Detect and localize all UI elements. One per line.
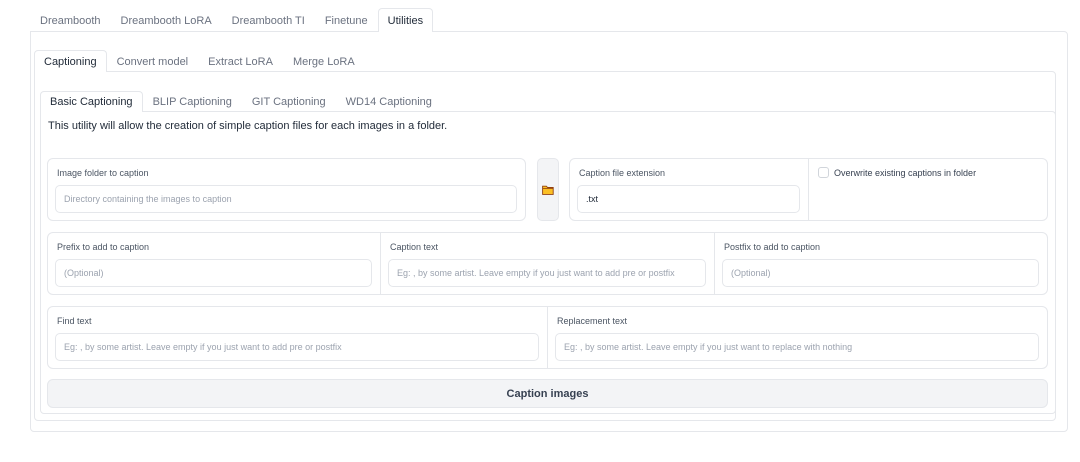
image-folder-label: Image folder to caption [57, 168, 149, 178]
image-folder-input[interactable]: Directory containing the images to capti… [55, 185, 517, 213]
tab-dreambooth-ti[interactable]: Dreambooth TI [222, 8, 315, 32]
find-text-label: Find text [57, 316, 92, 326]
caption-text-label: Caption text [390, 242, 439, 252]
column-divider [380, 233, 381, 294]
tab-extract-lora[interactable]: Extract LoRA [198, 50, 283, 72]
folder-icon [542, 185, 554, 195]
column-divider [714, 233, 715, 294]
column-divider [808, 159, 809, 220]
tab-blip-captioning[interactable]: BLIP Captioning [143, 91, 242, 112]
caption-text-input[interactable]: Eg: , by some artist. Leave empty if you… [388, 259, 706, 287]
caption-ext-input[interactable]: .txt [577, 185, 800, 213]
overwrite-checkbox[interactable] [818, 167, 829, 178]
main-tab-bar: Dreambooth Dreambooth LoRA Dreambooth TI… [30, 8, 434, 32]
tab-utilities[interactable]: Utilities [377, 8, 434, 32]
tab-basic-captioning[interactable]: Basic Captioning [40, 91, 143, 112]
tab-dreambooth-lora[interactable]: Dreambooth LoRA [111, 8, 222, 32]
caption-tab-bar: Basic Captioning BLIP Captioning GIT Cap… [40, 91, 442, 112]
tab-wd14-captioning[interactable]: WD14 Captioning [336, 91, 442, 112]
tab-git-captioning[interactable]: GIT Captioning [242, 91, 336, 112]
postfix-input[interactable]: (Optional) [722, 259, 1039, 287]
prefix-label: Prefix to add to caption [57, 242, 150, 252]
find-text-input[interactable]: Eg: , by some artist. Leave empty if you… [55, 333, 539, 361]
tab-merge-lora[interactable]: Merge LoRA [283, 50, 365, 72]
utility-description: This utility will allow the creation of … [48, 120, 448, 132]
tab-dreambooth[interactable]: Dreambooth [30, 8, 111, 32]
prefix-input[interactable]: (Optional) [55, 259, 372, 287]
folder-picker-button[interactable] [537, 158, 559, 221]
tab-finetune[interactable]: Finetune [315, 8, 378, 32]
utility-tab-bar: Captioning Convert model Extract LoRA Me… [34, 50, 365, 72]
replacement-text-label: Replacement text [557, 316, 628, 326]
tab-convert-model[interactable]: Convert model [107, 50, 199, 72]
column-divider [547, 307, 548, 368]
replacement-text-input[interactable]: Eg: , by some artist. Leave empty if you… [555, 333, 1039, 361]
postfix-label: Postfix to add to caption [724, 242, 821, 252]
caption-images-button[interactable]: Caption images [47, 379, 1048, 408]
overwrite-label: Overwrite existing captions in folder [834, 168, 977, 178]
tab-captioning[interactable]: Captioning [34, 50, 107, 72]
caption-ext-label: Caption file extension [579, 168, 666, 178]
